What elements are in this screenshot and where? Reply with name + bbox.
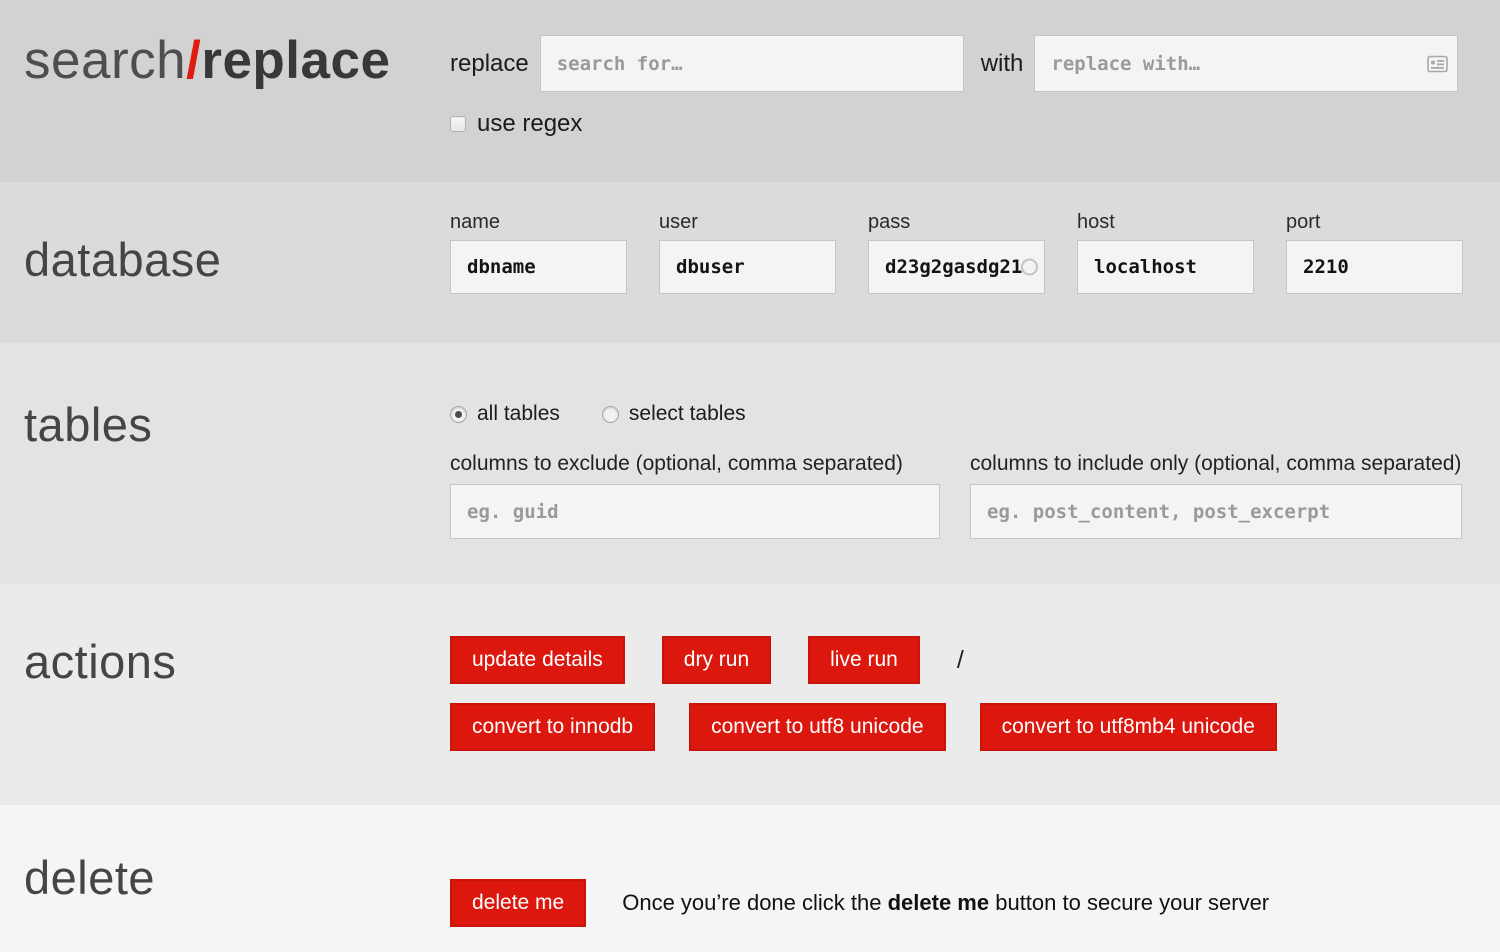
actions-section: actions update details dry run live run … bbox=[0, 584, 1500, 805]
all-tables-radio[interactable] bbox=[450, 405, 467, 423]
use-regex-checkbox[interactable] bbox=[450, 116, 466, 132]
tables-heading: tables bbox=[24, 398, 153, 451]
logo-replace-text: replace bbox=[201, 31, 391, 90]
columns-exclude-group: columns to exclude (optional, comma sepa… bbox=[450, 452, 940, 539]
live-run-button[interactable]: live run bbox=[808, 636, 920, 684]
all-tables-label: all tables bbox=[477, 402, 560, 425]
db-host-input[interactable] bbox=[1077, 240, 1254, 294]
db-pass-label: pass bbox=[868, 211, 911, 233]
columns-include-label: columns to include only (optional, comma… bbox=[970, 452, 1462, 475]
tables-section: tables all tables select tables columns … bbox=[0, 343, 1500, 584]
select-tables-radio[interactable] bbox=[601, 405, 619, 423]
delete-me-button[interactable]: delete me bbox=[450, 879, 587, 927]
db-pass-field-group: pass bbox=[868, 211, 1045, 294]
db-user-input[interactable] bbox=[659, 240, 836, 294]
app-logo: search/replace bbox=[24, 0, 450, 91]
delete-note: Once you’re done click the delete me but… bbox=[622, 890, 1269, 916]
run-separator-slash: / bbox=[956, 645, 964, 674]
password-reveal-icon[interactable] bbox=[1021, 258, 1038, 276]
db-name-field-group: name bbox=[450, 211, 627, 294]
delete-note-prefix: Once you’re done click the bbox=[622, 890, 888, 915]
columns-exclude-label: columns to exclude (optional, comma sepa… bbox=[450, 452, 903, 475]
columns-exclude-input[interactable] bbox=[450, 484, 940, 539]
db-port-input[interactable] bbox=[1286, 240, 1463, 294]
autofill-card-icon bbox=[1427, 55, 1449, 72]
logo-slash: / bbox=[186, 31, 202, 90]
db-port-field-group: port bbox=[1286, 211, 1463, 294]
use-regex-label: use regex bbox=[477, 110, 583, 137]
delete-section: delete delete me Once you’re done click … bbox=[0, 805, 1500, 952]
update-details-button[interactable]: update details bbox=[450, 636, 625, 684]
logo-search-text: search bbox=[24, 31, 187, 90]
search-for-input[interactable] bbox=[539, 35, 964, 92]
db-host-field-group: host bbox=[1077, 211, 1254, 294]
db-name-input[interactable] bbox=[450, 240, 627, 294]
actions-heading: actions bbox=[24, 635, 177, 688]
replace-with-input[interactable] bbox=[1034, 35, 1459, 92]
dry-run-button[interactable]: dry run bbox=[661, 636, 772, 684]
columns-include-group: columns to include only (optional, comma… bbox=[970, 452, 1462, 539]
delete-note-bold: delete me bbox=[887, 890, 990, 915]
search-replace-db-page: search/replace replace with bbox=[0, 0, 1500, 952]
convert-innodb-button[interactable]: convert to innodb bbox=[450, 703, 656, 751]
database-section: database name user pass bbox=[0, 182, 1500, 343]
database-heading: database bbox=[24, 233, 222, 286]
db-user-field-group: user bbox=[659, 211, 836, 294]
header-section: search/replace replace with bbox=[0, 0, 1500, 182]
convert-utf8-button[interactable]: convert to utf8 unicode bbox=[689, 703, 946, 751]
db-pass-input[interactable] bbox=[868, 240, 1045, 294]
replace-label: replace bbox=[450, 49, 529, 77]
db-host-label: host bbox=[1077, 211, 1115, 233]
convert-utf8mb4-button[interactable]: convert to utf8mb4 unicode bbox=[979, 703, 1277, 751]
delete-heading: delete bbox=[24, 851, 156, 904]
select-tables-label: select tables bbox=[628, 402, 746, 425]
db-port-label: port bbox=[1286, 211, 1321, 233]
db-user-label: user bbox=[659, 211, 698, 233]
columns-include-input[interactable] bbox=[970, 484, 1462, 539]
with-label: with bbox=[980, 49, 1024, 77]
delete-note-suffix: button to secure your server bbox=[989, 890, 1270, 915]
db-name-label: name bbox=[450, 211, 501, 233]
